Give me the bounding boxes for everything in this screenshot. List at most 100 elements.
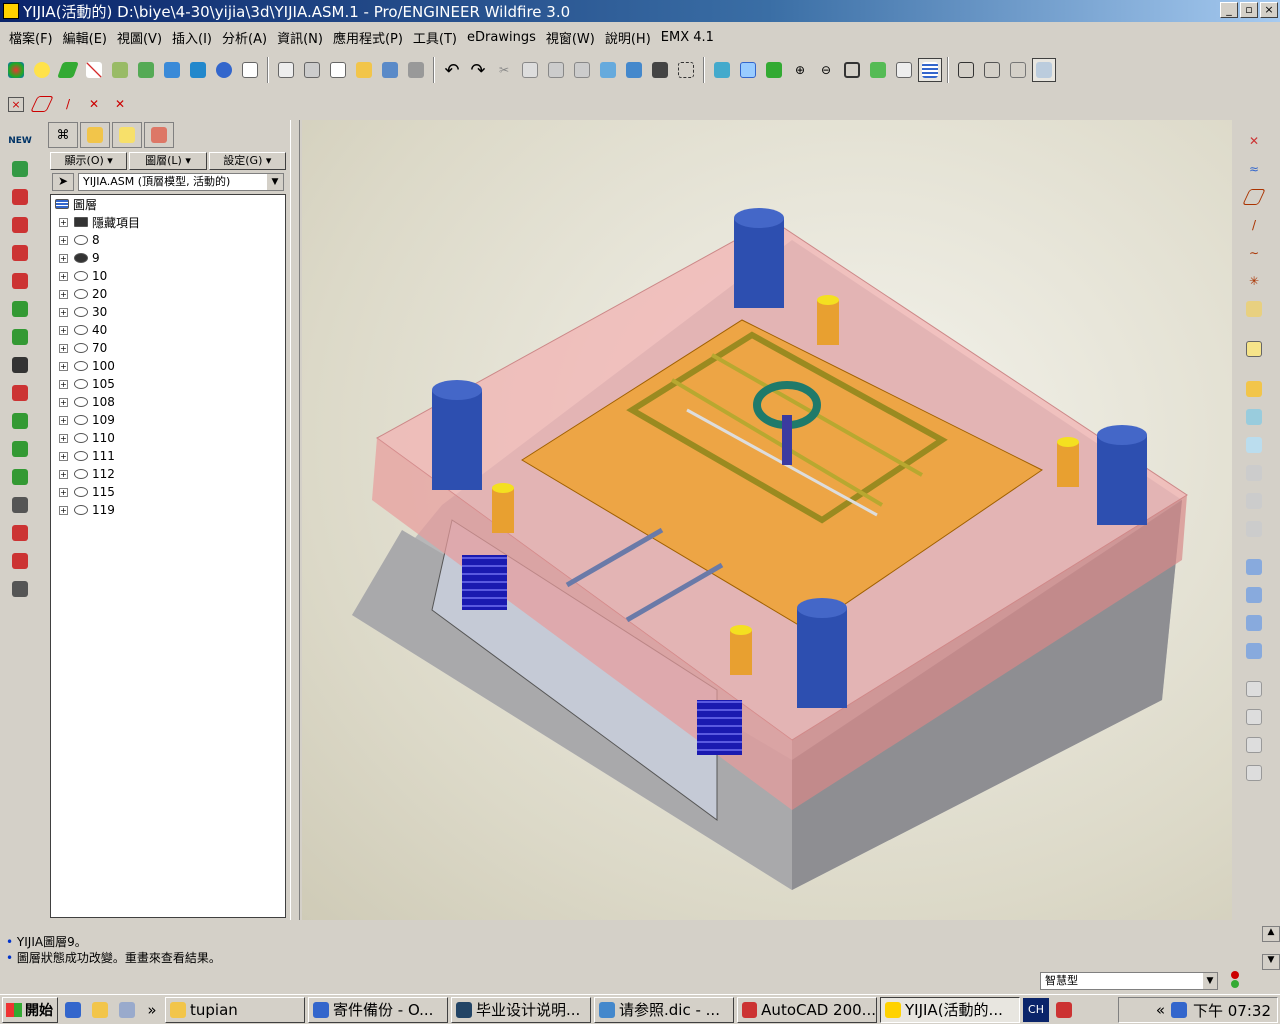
expand-icon[interactable]: + — [59, 415, 68, 425]
paste-icon[interactable] — [544, 58, 568, 82]
model-tree-icon[interactable] — [4, 58, 28, 82]
start-button[interactable]: 開始 — [2, 996, 58, 1023]
clock[interactable]: 下午 07:32 — [1193, 1000, 1271, 1021]
repaint-icon[interactable] — [710, 58, 734, 82]
chevron-down-icon[interactable]: ▼ — [1203, 973, 1217, 989]
task-word[interactable]: 毕业设计说明... — [451, 996, 591, 1023]
csys-tool-icon[interactable]: ✳ — [1240, 268, 1268, 294]
app-icon[interactable] — [3, 3, 19, 19]
tree-item[interactable]: +109 — [51, 411, 285, 429]
refit-icon[interactable] — [840, 58, 864, 82]
ejector-pin-icon[interactable] — [4, 184, 36, 210]
network-icon[interactable] — [1171, 1002, 1187, 1018]
datum-point-icon[interactable] — [108, 58, 132, 82]
open-window-icon[interactable] — [274, 58, 298, 82]
save-icon[interactable] — [378, 58, 402, 82]
tree-item[interactable]: +40 — [51, 321, 285, 339]
annotation-icon[interactable] — [186, 58, 210, 82]
assemble-tool-icon[interactable] — [1240, 376, 1268, 402]
move-tool-icon[interactable] — [1240, 610, 1268, 636]
menu-emx[interactable]: EMX 4.1 — [656, 30, 719, 45]
shaded-icon[interactable] — [1032, 58, 1056, 82]
expand-icon[interactable]: + — [59, 235, 68, 245]
menu-insert[interactable]: 插入(I) — [167, 28, 217, 47]
saved-views-icon[interactable] — [892, 58, 916, 82]
pdm-icon[interactable] — [300, 58, 324, 82]
close-button[interactable]: × — [1260, 2, 1278, 18]
panel-splitter[interactable] — [290, 120, 300, 920]
menu-edrawings[interactable]: eDrawings — [462, 30, 541, 45]
tree-item[interactable]: + 隱藏項目 — [51, 213, 285, 231]
db-icon[interactable] — [4, 380, 36, 406]
axis-display-icon[interactable]: / — [56, 92, 80, 116]
expand-icon[interactable]: + — [59, 217, 68, 227]
show-dropdown[interactable]: 顯示(O) ▾ — [50, 152, 128, 170]
menu-analysis[interactable]: 分析(A) — [217, 28, 272, 47]
tree-item[interactable]: +9 — [51, 249, 285, 267]
tree-root[interactable]: 圖層 — [51, 195, 285, 213]
sketch-curve-tool-icon[interactable]: ∼ — [1240, 240, 1268, 266]
datum-plane-tool-icon[interactable] — [1240, 184, 1268, 210]
quicklaunch-ie-icon[interactable] — [61, 998, 85, 1022]
tree-item[interactable]: +110 — [51, 429, 285, 447]
merge-tool-icon[interactable] — [1240, 704, 1268, 730]
pointer-icon[interactable]: ➤ — [52, 173, 74, 191]
mold-assembly-model[interactable] — [302, 120, 1232, 920]
tab-favorites[interactable] — [112, 122, 142, 148]
zoom-out-icon[interactable]: ⊖ — [814, 58, 838, 82]
trim-tool-icon[interactable] — [1240, 732, 1268, 758]
task-autocad[interactable]: AutoCAD 200... — [737, 996, 877, 1023]
tab-folder-browser[interactable] — [80, 122, 110, 148]
open-folder-icon[interactable] — [352, 58, 376, 82]
language-indicator[interactable]: CH — [1023, 997, 1049, 1022]
expand-icon[interactable]: + — [59, 253, 68, 263]
slider-icon[interactable] — [4, 324, 36, 350]
orient-icon[interactable] — [762, 58, 786, 82]
window-icon[interactable] — [238, 58, 262, 82]
task-proe[interactable]: YIJIA(活動的... — [880, 996, 1020, 1023]
expand-icon[interactable]: + — [59, 289, 68, 299]
coordinate-system-icon[interactable] — [134, 58, 158, 82]
task-outlook[interactable]: 寄件備份 - O... — [308, 996, 448, 1023]
select-box-icon[interactable] — [674, 58, 698, 82]
surface-tool-icon[interactable] — [1240, 638, 1268, 664]
bom-icon[interactable] — [4, 576, 36, 602]
stack-icon[interactable] — [4, 492, 36, 518]
undo-icon[interactable]: ↶ — [440, 58, 464, 82]
expand-icon[interactable]: + — [59, 307, 68, 317]
menu-window[interactable]: 視窗(W) — [541, 28, 600, 47]
draft-icon[interactable] — [1240, 516, 1268, 542]
component-icon[interactable] — [4, 156, 36, 182]
minimize-button[interactable]: _ — [1220, 2, 1238, 18]
annotation-tool-icon[interactable] — [1240, 336, 1268, 362]
drill-icon[interactable] — [4, 436, 36, 462]
expand-icon[interactable]: + — [59, 379, 68, 389]
menu-tools[interactable]: 工具(T) — [408, 28, 462, 47]
lightbulb-icon[interactable] — [30, 58, 54, 82]
reorient-icon[interactable] — [866, 58, 890, 82]
layers-icon[interactable] — [918, 58, 942, 82]
task-dic[interactable]: 请参照.dic - ... — [594, 996, 734, 1023]
tree-item[interactable]: +111 — [51, 447, 285, 465]
expand-icon[interactable]: + — [59, 397, 68, 407]
expand-icon[interactable]: + — [59, 487, 68, 497]
graphics-window[interactable] — [302, 120, 1232, 920]
datum-plane-icon[interactable] — [56, 58, 80, 82]
expand-icon[interactable]: + — [59, 361, 68, 371]
tree-item[interactable]: +8 — [51, 231, 285, 249]
message-scrollbar[interactable]: ▲ ▼ — [1262, 926, 1280, 970]
datum-axis-tool-icon[interactable]: / — [1240, 212, 1268, 238]
sprue-icon[interactable] — [4, 268, 36, 294]
copy-icon[interactable] — [518, 58, 542, 82]
tray-expand-icon[interactable]: « — [1156, 1001, 1165, 1019]
settings-dropdown[interactable]: 設定(G) ▾ — [208, 152, 286, 170]
create-component-icon[interactable] — [1240, 404, 1268, 430]
wireframe-icon[interactable] — [954, 58, 978, 82]
round-icon[interactable] — [1240, 460, 1268, 486]
new-file-icon[interactable] — [326, 58, 350, 82]
point-display-icon[interactable]: ✕ — [82, 92, 106, 116]
tree-item[interactable]: +115 — [51, 483, 285, 501]
tree-item[interactable]: +70 — [51, 339, 285, 357]
tab-connections[interactable] — [144, 122, 174, 148]
lifter-icon[interactable] — [4, 352, 36, 378]
